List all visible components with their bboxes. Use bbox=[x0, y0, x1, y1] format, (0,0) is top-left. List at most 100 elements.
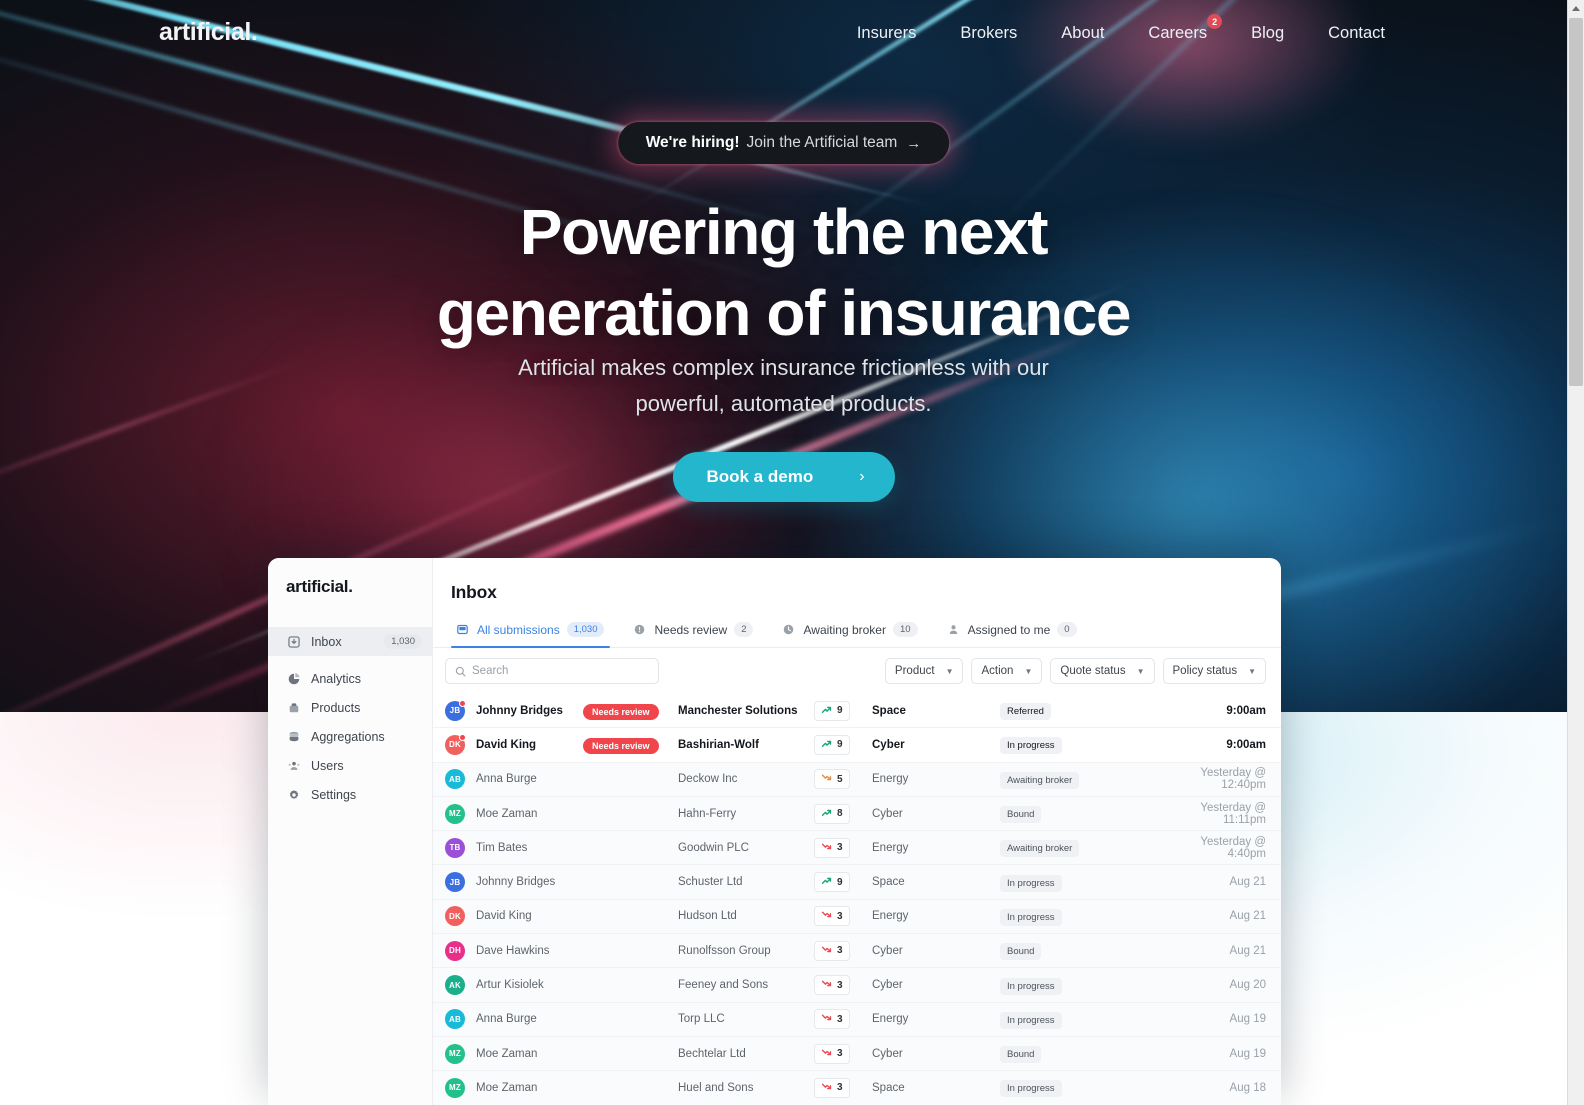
row-product: Cyber bbox=[872, 738, 905, 751]
row-name: Anna Burge bbox=[476, 1013, 537, 1026]
table-row[interactable]: AB Anna Burge Deckow Inc 5 Energy Awaiting br… bbox=[433, 762, 1281, 797]
filter-policy-status[interactable]: Policy status ▼ bbox=[1162, 658, 1266, 684]
row-product: Energy bbox=[872, 910, 909, 923]
score-chip: 3 bbox=[814, 975, 850, 996]
status-badge: In progress bbox=[1000, 1011, 1062, 1029]
nav-item-contact[interactable]: Contact bbox=[1306, 20, 1407, 47]
scroll-up-arrow-icon[interactable] bbox=[1568, 0, 1584, 16]
row-name: Dave Hawkins bbox=[476, 944, 550, 957]
row-score-cell: 3 bbox=[814, 906, 872, 927]
row-company: Manchester Solutions bbox=[678, 704, 798, 717]
score-value: 3 bbox=[837, 979, 843, 991]
sidebar-item-aggregations[interactable]: Aggregations bbox=[268, 722, 432, 751]
score-chip: 3 bbox=[814, 837, 850, 858]
status-badge: In progress bbox=[1000, 1080, 1062, 1098]
search-box[interactable] bbox=[445, 658, 659, 684]
row-product: Cyber bbox=[872, 807, 903, 820]
row-status-cell: In progress bbox=[1000, 907, 1175, 926]
tab-awaiting-broker[interactable]: Awaiting broker 10 bbox=[771, 622, 935, 647]
inbox-tabs: All submissions 1,030 Needs review 2 Awaitin… bbox=[433, 603, 1281, 648]
nav-item-careers[interactable]: Careers 2 bbox=[1126, 14, 1229, 47]
status-badge: In progress bbox=[1000, 874, 1062, 892]
page-scrollbar[interactable] bbox=[1567, 0, 1584, 1105]
tab-needs-review[interactable]: Needs review 2 bbox=[622, 622, 771, 647]
row-time: Aug 21 bbox=[1229, 944, 1266, 957]
row-score-cell: 3 bbox=[814, 1043, 872, 1064]
search-input[interactable] bbox=[472, 665, 649, 677]
unread-dot-icon bbox=[459, 733, 466, 741]
status-badge: In progress bbox=[1000, 977, 1062, 995]
status-badge: Awaiting broker bbox=[1000, 840, 1080, 858]
row-score-cell: 3 bbox=[814, 975, 872, 996]
hiring-banner-link[interactable]: We're hiring! Join the Artificial team → bbox=[617, 122, 950, 164]
trend-arrow-icon bbox=[821, 944, 832, 958]
row-company: Runolfsson Group bbox=[678, 944, 771, 957]
sidebar-item-label: Products bbox=[311, 700, 361, 715]
sidebar-item-inbox[interactable]: Inbox 1,030 bbox=[268, 627, 432, 656]
table-row[interactable]: DH Dave Hawkins Runolfsson Group 3 Cyber Boun… bbox=[433, 934, 1281, 969]
table-row[interactable]: MZ Moe Zaman Huel and Sons 3 Space In progres… bbox=[433, 1071, 1281, 1105]
table-row[interactable]: DK David King Hudson Ltd 3 Energy In progress… bbox=[433, 899, 1281, 935]
row-name: Moe Zaman bbox=[476, 807, 538, 820]
table-row[interactable]: JB Johnny Bridges Needs review Manchester S… bbox=[433, 694, 1281, 729]
nav-item-about[interactable]: About bbox=[1039, 20, 1126, 47]
filter-action[interactable]: Action ▼ bbox=[971, 658, 1043, 684]
score-value: 8 bbox=[837, 808, 843, 820]
row-status-cell: Referred bbox=[1000, 701, 1175, 721]
row-product: Energy bbox=[872, 1013, 909, 1026]
book-a-demo-label: Book a demo bbox=[706, 467, 814, 486]
table-row[interactable]: JB Johnny Bridges Schuster Ltd 9 Space In pro… bbox=[433, 865, 1281, 900]
nav-item-insurers[interactable]: Insurers bbox=[835, 20, 939, 47]
chevron-down-icon: ▼ bbox=[1136, 666, 1145, 676]
score-value: 3 bbox=[837, 945, 843, 957]
filter-product[interactable]: Product ▼ bbox=[884, 658, 964, 684]
tab-label: All submissions bbox=[477, 622, 560, 637]
top-navigation: artificial. Insurers Brokers About Caree… bbox=[0, 0, 1567, 66]
score-chip: 3 bbox=[814, 1009, 850, 1030]
avatar-initials: JB bbox=[449, 706, 461, 716]
sidebar-item-label: Settings bbox=[311, 787, 357, 802]
site-logo[interactable]: artificial. bbox=[159, 18, 258, 47]
table-row[interactable]: MZ Moe Zaman Hahn-Ferry 8 Cyber Bound Yesterda… bbox=[433, 796, 1281, 832]
status-badge: Referred bbox=[1000, 703, 1051, 721]
page-root: artificial. Insurers Brokers About Caree… bbox=[0, 0, 1584, 1105]
row-score-cell: 3 bbox=[814, 940, 872, 961]
filter-quote-status[interactable]: Quote status ▼ bbox=[1050, 658, 1155, 684]
status-badge: Bound bbox=[1000, 943, 1042, 961]
search-icon bbox=[455, 666, 466, 677]
trend-arrow-icon bbox=[821, 1012, 832, 1026]
row-time: Yesterday @ 12:40pm bbox=[1200, 767, 1266, 792]
table-row[interactable]: DK David King Needs review Bashirian-Wolf 9 C… bbox=[433, 728, 1281, 763]
row-product: Cyber bbox=[872, 979, 903, 992]
nav-item-brokers[interactable]: Brokers bbox=[938, 20, 1039, 47]
sidebar-item-label: Users bbox=[311, 758, 344, 773]
row-status-cell: In progress bbox=[1000, 873, 1175, 892]
nav-item-blog[interactable]: Blog bbox=[1229, 20, 1306, 47]
score-value: 9 bbox=[837, 876, 843, 888]
row-time: Aug 21 bbox=[1229, 910, 1266, 923]
scrollbar-thumb[interactable] bbox=[1569, 18, 1583, 386]
row-company: Huel and Sons bbox=[678, 1081, 754, 1094]
book-a-demo-button[interactable]: Book a demo › bbox=[672, 452, 895, 502]
sidebar-item-settings[interactable]: Settings bbox=[268, 780, 432, 809]
sidebar-item-users[interactable]: Users bbox=[268, 751, 432, 780]
sidebar-item-products[interactable]: Products bbox=[268, 693, 432, 722]
tab-all-submissions[interactable]: All submissions 1,030 bbox=[445, 622, 622, 648]
score-chip: 8 bbox=[814, 803, 850, 824]
table-row[interactable]: AB Anna Burge Torp LLC 3 Energy In progress Au… bbox=[433, 1002, 1281, 1037]
table-row[interactable]: AK Artur Kisiolek Feeney and Sons 3 Cyber In … bbox=[433, 968, 1281, 1003]
trend-arrow-icon bbox=[821, 738, 832, 752]
trend-arrow-icon bbox=[821, 978, 832, 992]
score-chip: 9 bbox=[814, 872, 850, 893]
hiring-banner-strong: We're hiring! bbox=[645, 134, 740, 151]
tab-assigned-to-me[interactable]: Assigned to me 0 bbox=[936, 622, 1095, 647]
row-status-cell: In progress bbox=[1000, 1010, 1175, 1029]
row-status-cell: In progress bbox=[1000, 1078, 1175, 1098]
row-time: Aug 20 bbox=[1229, 979, 1266, 992]
chevron-down-icon: ▼ bbox=[1024, 666, 1033, 676]
table-row[interactable]: TB Tim Bates Goodwin PLC 3 Energy Awaiting br… bbox=[433, 831, 1281, 866]
sidebar-item-analytics[interactable]: Analytics bbox=[268, 664, 432, 693]
row-company: Hudson Ltd bbox=[678, 910, 737, 923]
table-row[interactable]: MZ Moe Zaman Bechtelar Ltd 3 Cyber Bound Aug 1… bbox=[433, 1036, 1281, 1072]
score-chip: 3 bbox=[814, 1077, 850, 1098]
